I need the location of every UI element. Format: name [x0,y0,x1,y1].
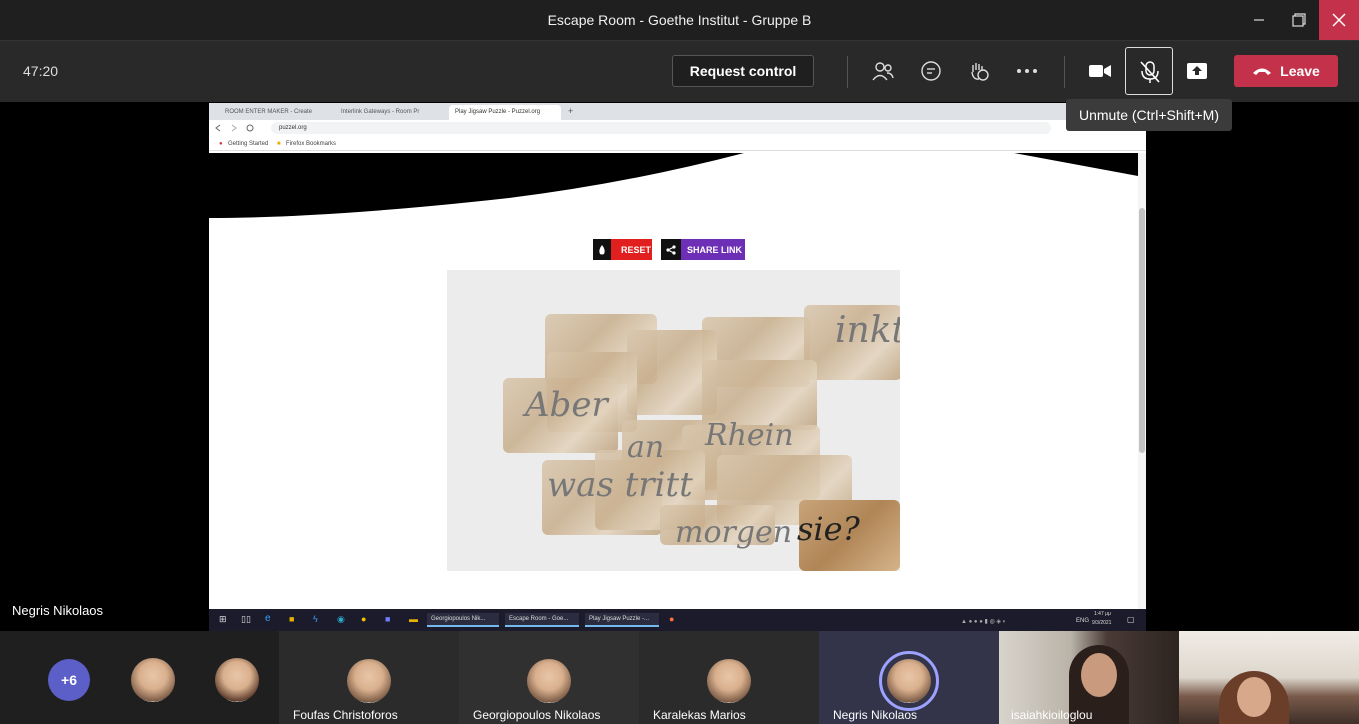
reactions-icon[interactable] [962,54,996,88]
video-face [1237,677,1271,717]
chrome-icon[interactable]: ● [357,611,370,625]
leave-button[interactable]: Leave [1234,55,1338,87]
participant-name: Foufas Christoforos [293,708,398,722]
firefox-icon[interactable]: ● [665,611,678,625]
participant-name: Negris Nikolaos [833,708,918,722]
scrollbar-thumb[interactable] [1139,208,1145,453]
avatar [887,659,931,703]
address-bar[interactable]: puzzel.org [271,122,1051,134]
minimize-icon[interactable] [1239,0,1279,40]
reset-button[interactable]: RESET [593,239,652,260]
participant-tile[interactable]: Karalekas Marios [639,631,819,724]
share-link-button[interactable]: SHARE LINK [661,239,745,260]
unmute-tooltip: Unmute (Ctrl+Shift+M) [1066,99,1232,131]
title-bar: Escape Room - Goethe Institut - Gruppe B [0,0,1359,40]
participant-video[interactable]: isaiahkioiloglou [999,631,1179,724]
page-header-wave [209,153,1138,218]
shared-browser-window: ROOM ENTER MAKER - Create Interlink Gate… [209,103,1146,609]
windows-start-icon[interactable]: ⊞ [215,611,231,625]
bookmark-getting-started[interactable]: Getting Started [228,141,268,147]
bookmark-firefox[interactable]: Firefox Bookmarks [286,141,336,147]
tray-icons[interactable]: ▲ ● ● ● ▮ ◍ ◈ ◐ [957,615,1010,629]
store-icon[interactable]: ■ [285,611,298,625]
reset-label: RESET [621,244,652,255]
browser-tab-strip: ROOM ENTER MAKER - Create Interlink Gate… [209,103,1146,120]
browser-tab[interactable]: Interlink Gateways - Room Pr [335,105,445,120]
taskbar-item[interactable]: Play Jigsaw Puzzle -... [585,613,659,627]
taskbar-item[interactable]: Escape Room - Goe... [505,613,579,627]
edge-icon[interactable]: ◉ [333,611,349,625]
restore-icon[interactable] [1279,0,1319,40]
participant-tile[interactable]: Foufas Christoforos [279,631,459,724]
jigsaw-board[interactable]: inkt Aber an Rhein was tritt sie? morgen [447,270,900,571]
browser-tab-active[interactable]: Play Jigsaw Puzzle - Puzzel.org [449,105,561,120]
taskbar-item[interactable]: Georgiopoulos Nik... [427,613,499,627]
flame-icon [593,239,611,260]
puzzle-word: was tritt [547,465,693,505]
notifications-icon[interactable]: ▢ [1123,612,1139,626]
windows-taskbar: ⊞ ▯▯ e ■ ϟ ◉ ● ■ ▬ Georgiopoulos Nik... … [209,609,1146,631]
bookmark-icon: ● [219,141,223,147]
leave-label: Leave [1280,63,1320,79]
participants-strip: +6 Foufas Christoforos Georgiopoulos Nik… [0,631,1359,724]
video-face [1081,653,1117,697]
edge-legacy-icon[interactable]: e [261,610,275,624]
phone-hangup-icon [1253,68,1272,75]
puzzle-word: Rhein [705,418,794,453]
participant-tile[interactable]: Georgiopoulos Nikolaos [459,631,639,724]
avatar [347,659,391,703]
participant-name: Georgiopoulos Nikolaos [473,708,601,722]
more-options-icon[interactable] [1010,54,1044,88]
share-screen-icon[interactable] [1180,54,1214,88]
chat-icon[interactable] [914,54,948,88]
meeting-timer: 47:20 [23,63,59,79]
avatar [707,659,751,703]
browser-tab[interactable]: ROOM ENTER MAKER - Create [219,105,329,120]
participant-video[interactable] [1179,631,1359,724]
more-participants-button[interactable]: +6 [48,659,90,701]
puzzle-word: an [627,430,665,465]
divider [847,56,848,88]
puzzle-word: sie? [797,510,860,548]
participant-tile-speaking[interactable]: Negris Nikolaos [819,631,999,724]
folder-icon: ■ [277,141,281,147]
camera-icon[interactable] [1083,54,1117,88]
avatar[interactable] [131,658,175,702]
share-icon [661,239,681,260]
divider [1064,56,1065,88]
page-scrollbar[interactable] [1138,153,1146,609]
window-title: Escape Room - Goethe Institut - Gruppe B [547,12,812,28]
app-icon[interactable]: ϟ [309,611,322,625]
puzzle-word: Aber [525,385,608,425]
meeting-toolbar: 47:20 Request control Leave [0,40,1359,102]
speaker-label: Negris Nikolaos [12,603,104,618]
microphone-muted-button[interactable] [1125,47,1173,95]
new-tab-icon[interactable]: + [567,105,574,120]
participant-name: isaiahkioiloglou [1011,708,1093,722]
share-link-label: SHARE LINK [687,244,743,255]
participants-icon[interactable] [866,54,900,88]
clock-date[interactable]: 9/3/2021 [1090,618,1113,632]
browser-nav-icons[interactable] [215,124,255,132]
zoom-icon[interactable]: ■ [381,611,394,625]
explorer-icon[interactable]: ▬ [405,611,422,625]
close-icon[interactable] [1319,0,1359,40]
task-view-icon[interactable]: ▯▯ [237,611,255,625]
puzzle-word: morgen [675,515,793,550]
participant-name: Karalekas Marios [653,708,746,722]
request-control-button[interactable]: Request control [672,55,814,87]
avatar[interactable] [215,658,259,702]
bookmarks-bar: ● Getting Started ■ Firefox Bookmarks [209,137,1146,151]
avatar [527,659,571,703]
puzzle-word: inkt [835,310,900,351]
